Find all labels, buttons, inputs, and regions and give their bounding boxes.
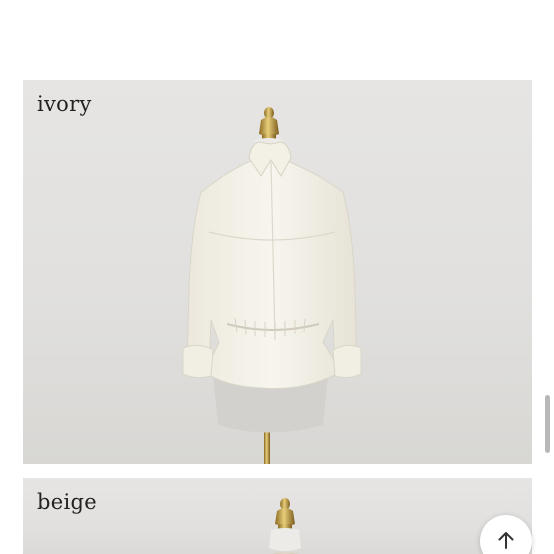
mannequin-ivory-illustration <box>182 107 362 464</box>
color-label-beige: beige <box>37 490 97 514</box>
color-label-ivory: ivory <box>37 92 92 116</box>
product-image-beige: beige <box>23 478 532 554</box>
product-image-ivory: ivory <box>23 80 532 464</box>
mannequin-beige-illustration <box>269 498 301 554</box>
arrow-up-icon <box>496 515 516 554</box>
scrollbar-thumb[interactable] <box>545 395 550 453</box>
product-detail-page: ivory beige <box>0 0 554 554</box>
